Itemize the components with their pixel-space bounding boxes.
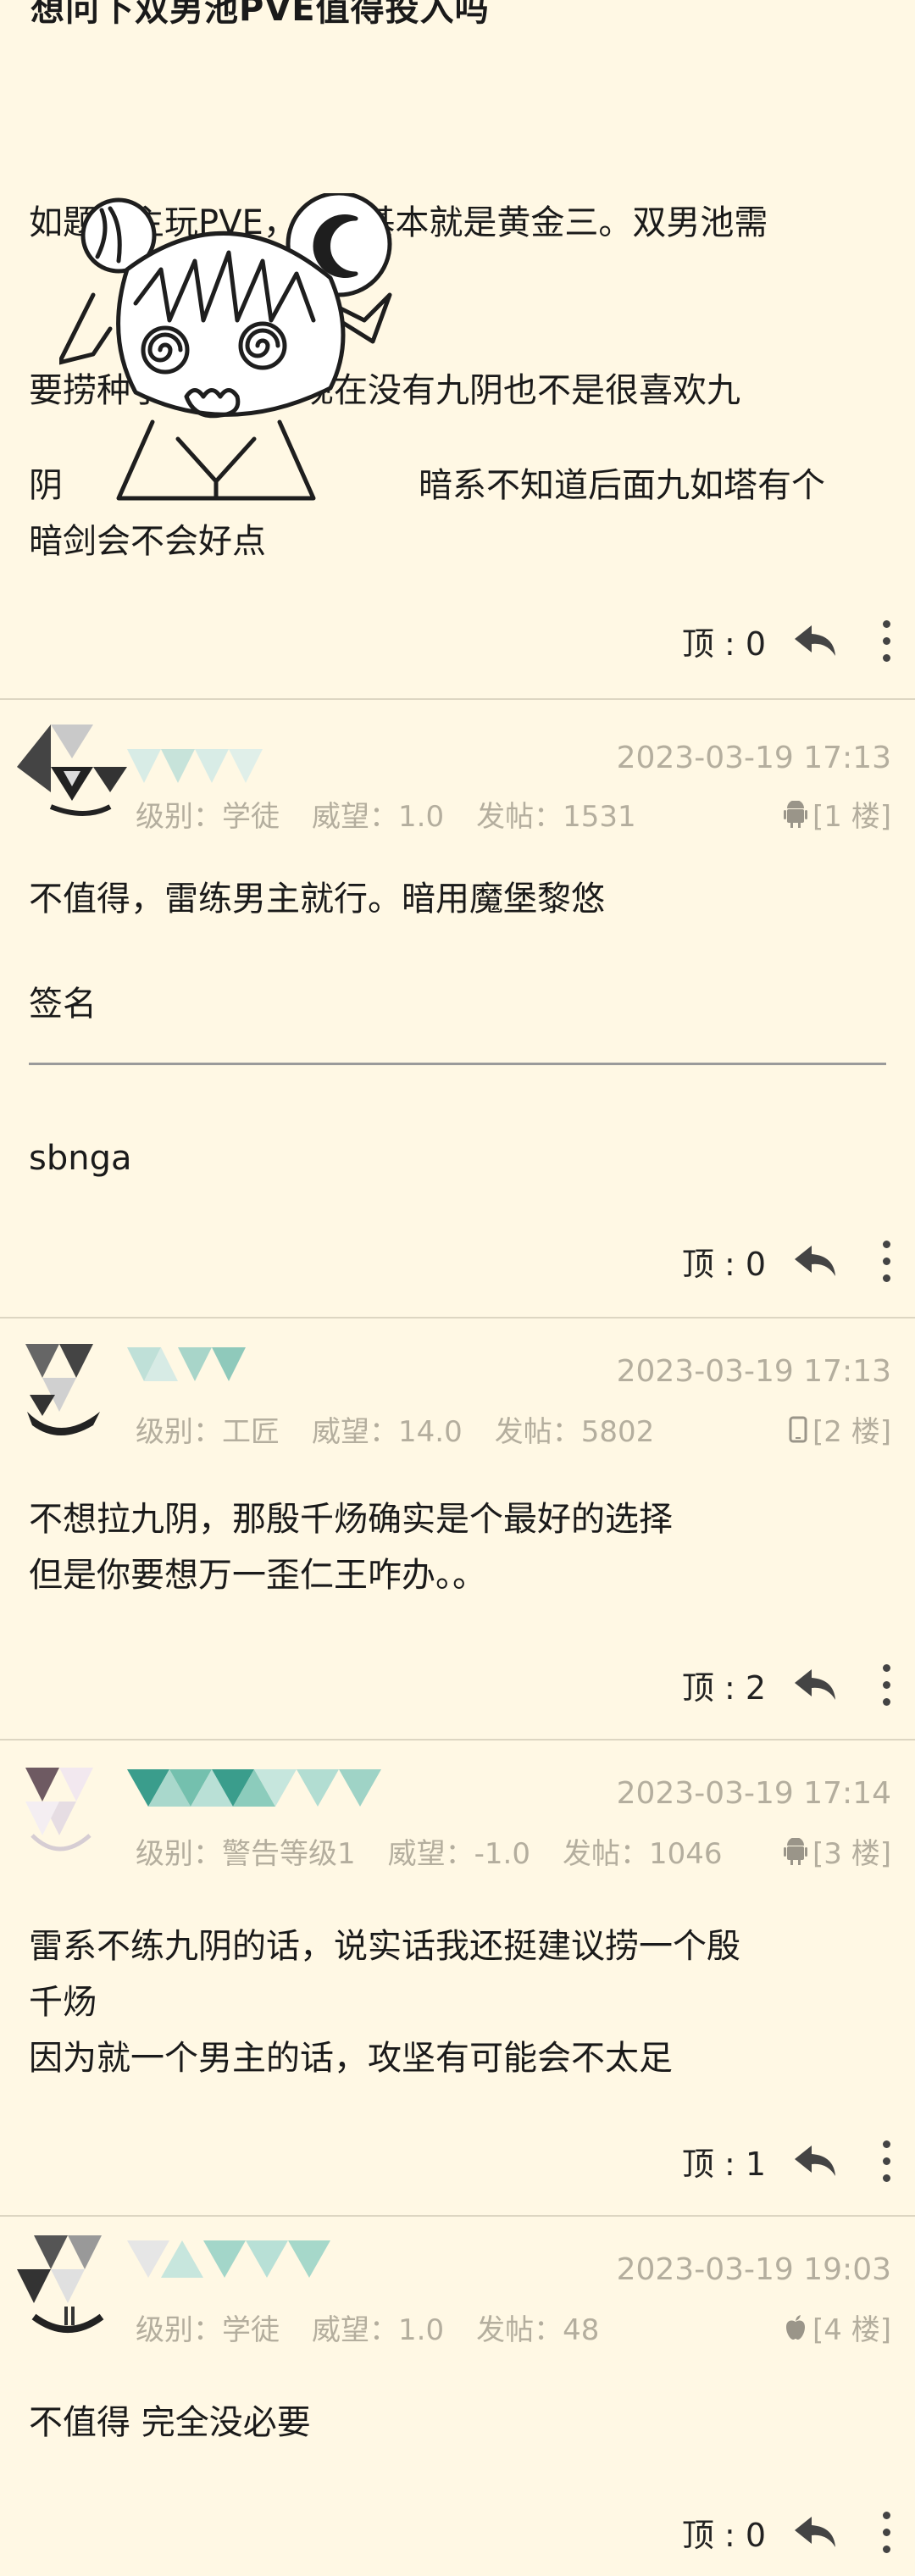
user-post-count: 发帖：1046 bbox=[562, 1837, 723, 1871]
signature-label: 签名 bbox=[29, 985, 97, 1024]
reply-action-row: 顶 : 2 bbox=[682, 1659, 895, 1710]
phone-icon bbox=[789, 1416, 807, 1442]
more-options-icon[interactable] bbox=[878, 615, 895, 666]
user-meta: 级别：学徒 威望：1.0 发帖：1531 [1 楼] bbox=[136, 793, 891, 835]
post-body-fragment: 阴 bbox=[29, 466, 63, 505]
username-obscured[interactable] bbox=[127, 1347, 280, 1395]
user-level: 级别：工匠 bbox=[136, 1415, 280, 1449]
reply-action-row: 顶 : 1 bbox=[682, 2135, 895, 2186]
reply-text: 不想拉九阴，那殷千炀确实是个最好的选择 但是你要想万一歪仁王咋办。。 bbox=[29, 1500, 673, 1595]
username-obscured[interactable] bbox=[127, 2240, 347, 2288]
floor-number[interactable]: [4 楼] bbox=[812, 2307, 891, 2348]
upvote-button[interactable]: 顶 : 0 bbox=[682, 618, 766, 664]
user-meta: 级别：学徒 威望：1.0 发帖：48 [4 楼] bbox=[136, 2307, 891, 2348]
more-options-icon[interactable] bbox=[878, 1659, 895, 1710]
username-obscured[interactable] bbox=[127, 749, 322, 797]
floor-number[interactable]: [1 楼] bbox=[812, 793, 891, 835]
reply-text: 不值得 完全没必要 bbox=[29, 2403, 311, 2442]
reply-text: 不值得，雷练男主就行。暗用魔堡黎悠 bbox=[29, 880, 605, 919]
upvote-button[interactable]: 顶 : 2 bbox=[682, 1662, 766, 1708]
reply-text: 雷系不练九阴的话，说实话我还挺建议捞一个殷 千炀 因为就一个男主的话，攻坚有可能… bbox=[29, 1927, 740, 2078]
user-level: 级别：学徒 bbox=[136, 800, 280, 834]
divider bbox=[0, 1739, 915, 1740]
user-meta: 级别：工匠 威望：14.0 发帖：5802 [2 楼] bbox=[136, 1408, 891, 1450]
thread-title: 想问下双男池PVE值得投入吗 bbox=[30, 0, 490, 29]
username-obscured[interactable] bbox=[127, 1769, 390, 1817]
more-options-icon[interactable] bbox=[878, 1235, 895, 1286]
user-reputation: 威望：14.0 bbox=[312, 1415, 463, 1449]
signature-divider bbox=[29, 1063, 886, 1065]
avatar[interactable] bbox=[17, 1768, 127, 1878]
divider bbox=[0, 1317, 915, 1319]
apple-icon bbox=[786, 2314, 806, 2340]
floor-number[interactable]: [2 楼] bbox=[812, 1408, 891, 1450]
upvote-button[interactable]: 顶 : 0 bbox=[682, 2509, 766, 2556]
cartoon-girl-sticker bbox=[59, 193, 392, 501]
upvote-button[interactable]: 顶 : 1 bbox=[682, 2138, 766, 2185]
divider bbox=[0, 698, 915, 700]
post-time: 2023-03-19 19:03 bbox=[616, 2252, 891, 2287]
post-action-row: 顶 : 0 bbox=[682, 615, 895, 666]
android-icon bbox=[784, 1837, 808, 1865]
user-reputation: 威望：1.0 bbox=[312, 2313, 445, 2347]
more-options-icon[interactable] bbox=[878, 2135, 895, 2186]
reply-action-row: 顶 : 0 bbox=[682, 2507, 895, 2557]
user-level: 级别：警告等级1 bbox=[136, 1837, 356, 1871]
post-time: 2023-03-19 17:14 bbox=[616, 1776, 891, 1811]
avatar[interactable] bbox=[17, 2235, 127, 2346]
reply-icon[interactable] bbox=[790, 619, 840, 662]
user-reputation: 威望：1.0 bbox=[312, 800, 445, 834]
upvote-button[interactable]: 顶 : 0 bbox=[682, 1238, 766, 1285]
avatar[interactable] bbox=[17, 1344, 127, 1454]
post-body-line: 暗剑会不会好点 bbox=[29, 522, 266, 561]
user-post-count: 发帖：5802 bbox=[494, 1415, 655, 1449]
reply-action-row: 顶 : 0 bbox=[682, 1235, 895, 1286]
avatar[interactable] bbox=[17, 712, 127, 822]
reply-icon[interactable] bbox=[790, 1240, 840, 1282]
user-meta: 级别：警告等级1 威望：-1.0 发帖：1046 [3 楼] bbox=[136, 1830, 891, 1872]
user-post-count: 发帖：1531 bbox=[476, 800, 636, 834]
reply-icon[interactable] bbox=[790, 2140, 840, 2182]
divider bbox=[0, 2215, 915, 2217]
user-post-count: 发帖：48 bbox=[476, 2313, 600, 2347]
post-time: 2023-03-19 17:13 bbox=[616, 1354, 891, 1389]
android-icon bbox=[784, 800, 808, 828]
user-level: 级别：学徒 bbox=[136, 2313, 280, 2347]
post-time: 2023-03-19 17:13 bbox=[616, 741, 891, 775]
reply-icon[interactable] bbox=[790, 2511, 840, 2553]
more-options-icon[interactable] bbox=[878, 2507, 895, 2557]
floor-number[interactable]: [3 楼] bbox=[812, 1830, 891, 1872]
post-body-fragment: 暗系不知道后面九如塔有个 bbox=[419, 466, 825, 505]
signature-text: sbnga bbox=[29, 1139, 132, 1178]
reply-icon[interactable] bbox=[790, 1663, 840, 1706]
user-reputation: 威望：-1.0 bbox=[387, 1837, 530, 1871]
